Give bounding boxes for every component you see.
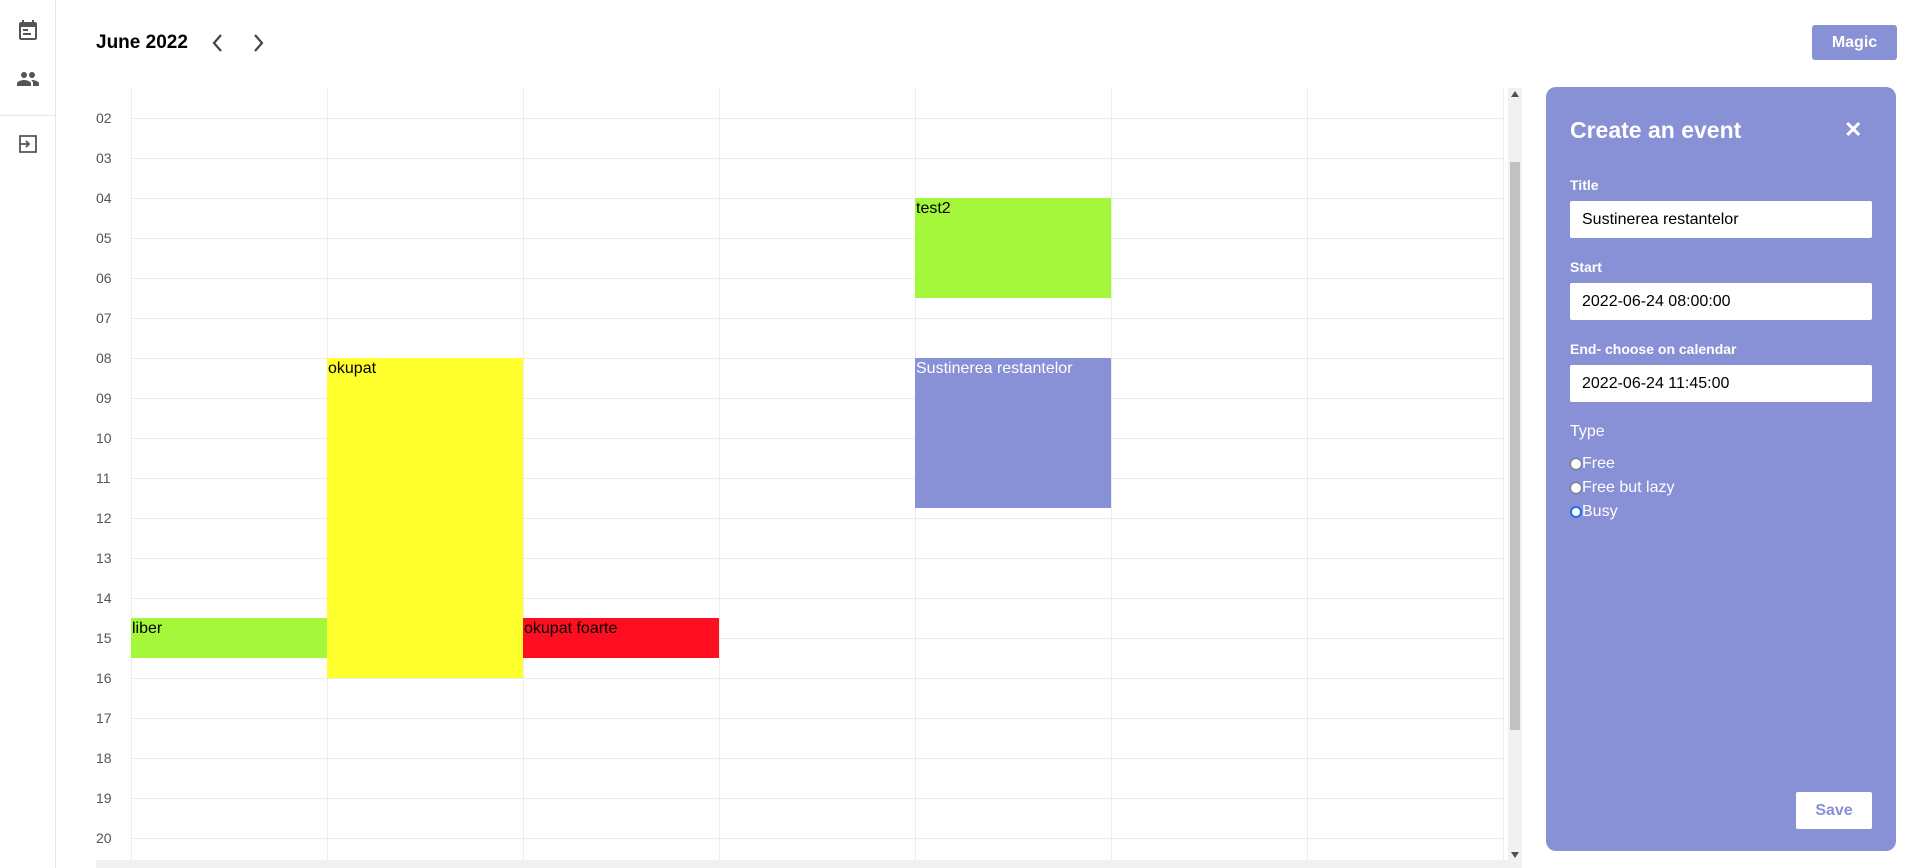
calendar-event[interactable]: Sustinerea restantelor: [915, 358, 1111, 508]
hour-label: 20: [96, 830, 112, 846]
hour-gridline: [131, 318, 1503, 319]
day-column-divider: [131, 88, 132, 860]
type-option-free-but-lazy[interactable]: Free but lazy: [1570, 479, 1674, 497]
hour-label: 16: [96, 670, 112, 686]
calendar-event[interactable]: okupat foarte: [523, 618, 719, 658]
hour-gridline: [131, 838, 1503, 839]
day-column-divider: [1503, 88, 1504, 860]
page-title: June 2022: [96, 32, 188, 53]
week-calendar-grid[interactable]: 0102030405060708091011121314151617181920…: [96, 88, 1522, 860]
hour-label: 06: [96, 270, 112, 286]
event-title: Sustinerea restantelor: [916, 360, 1073, 377]
type-label: Type: [1570, 423, 1605, 440]
calendar-event[interactable]: liber: [131, 618, 327, 658]
hour-gridline: [131, 198, 1503, 199]
hour-label: 13: [96, 550, 112, 566]
day-column-divider: [1111, 88, 1112, 860]
title-label: Title: [1570, 177, 1599, 193]
day-column-divider: [523, 88, 524, 860]
hour-gridline: [131, 118, 1503, 119]
event-title: liber: [132, 620, 163, 637]
hour-gridline: [131, 238, 1503, 239]
hour-label: 19: [96, 790, 112, 806]
chevron-left-icon[interactable]: [206, 30, 230, 56]
hour-label: 05: [96, 230, 112, 246]
type-option-label: Busy: [1582, 503, 1618, 520]
type-option-label: Free but lazy: [1582, 479, 1675, 496]
radio-busy[interactable]: [1570, 506, 1582, 518]
hour-gridline: [131, 798, 1503, 799]
vertical-scrollbar[interactable]: [1508, 88, 1522, 860]
close-icon[interactable]: ✕: [1844, 119, 1862, 141]
type-option-free[interactable]: Free: [1570, 455, 1615, 473]
hour-gridline: [131, 278, 1503, 279]
save-button[interactable]: Save: [1796, 792, 1872, 829]
event-title: test2: [916, 200, 951, 217]
hour-label: 18: [96, 750, 112, 766]
hour-gridline: [131, 718, 1503, 719]
hour-label: 12: [96, 510, 112, 526]
hour-label: 03: [96, 150, 112, 166]
scroll-up-icon[interactable]: [1511, 91, 1519, 97]
chevron-right-icon[interactable]: [246, 30, 270, 56]
hour-gridline: [131, 158, 1503, 159]
radio-free-but-lazy[interactable]: [1570, 482, 1582, 494]
scrollbar-thumb[interactable]: [1510, 162, 1520, 730]
horizontal-scrollbar[interactable]: [96, 860, 1522, 868]
logout-icon[interactable]: [16, 132, 40, 156]
event-title: okupat foarte: [524, 620, 618, 637]
hour-gridline: [131, 758, 1503, 759]
calendar-event[interactable]: test2: [915, 198, 1111, 298]
start-label: Start: [1570, 259, 1602, 275]
end-label: End- choose on calendar: [1570, 341, 1737, 357]
hour-label: 09: [96, 390, 112, 406]
calendar-event[interactable]: okupat: [327, 358, 523, 678]
hour-label: 10: [96, 430, 112, 446]
type-option-label: Free: [1582, 455, 1615, 472]
scroll-down-icon[interactable]: [1511, 852, 1519, 858]
hour-label: 11: [96, 470, 111, 486]
title-input[interactable]: [1570, 201, 1872, 238]
hour-label: 04: [96, 190, 112, 206]
radio-free[interactable]: [1570, 458, 1582, 470]
hour-label: 17: [96, 710, 112, 726]
magic-button[interactable]: Magic: [1812, 25, 1897, 60]
hour-label: 14: [96, 590, 112, 606]
panel-title: Create an event: [1570, 117, 1742, 143]
sidebar: [0, 0, 56, 868]
end-input[interactable]: [1570, 365, 1872, 402]
hour-label: 08: [96, 350, 112, 366]
day-column-divider: [719, 88, 720, 860]
calendar-icon[interactable]: [16, 18, 40, 42]
hour-gridline: [131, 678, 1503, 679]
hour-label: 15: [96, 630, 112, 646]
type-option-busy[interactable]: Busy: [1570, 503, 1618, 521]
hour-label: 07: [96, 310, 112, 326]
event-title: okupat: [328, 360, 377, 377]
sidebar-divider: [0, 115, 56, 116]
start-input[interactable]: [1570, 283, 1872, 320]
people-icon[interactable]: [16, 67, 40, 91]
create-event-panel: Create an event ✕ Title Start End- choos…: [1546, 87, 1896, 851]
hour-label: 02: [96, 110, 112, 126]
day-column-divider: [1307, 88, 1308, 860]
